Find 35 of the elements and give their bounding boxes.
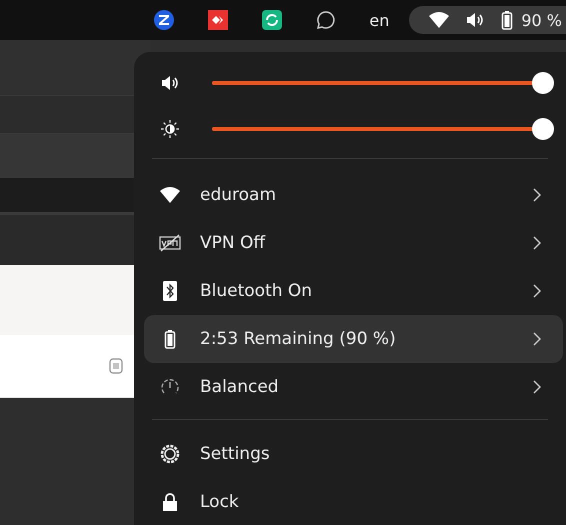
battery-icon <box>501 10 514 30</box>
menu-item[interactable]: eduroam <box>144 171 563 219</box>
document-icon[interactable] <box>108 358 124 374</box>
chevron-right-icon <box>533 380 541 394</box>
wifi-icon <box>160 187 180 203</box>
menu-item[interactable]: 2:53 Remaining (90 %) <box>144 315 563 363</box>
settings-icon <box>160 444 180 464</box>
bluetooth-icon <box>163 281 177 301</box>
slider[interactable] <box>212 72 554 94</box>
menu-item[interactable]: Settings <box>144 430 563 478</box>
system-status-button[interactable]: 90 % <box>409 6 566 34</box>
chevron-right-icon <box>533 236 541 250</box>
battery-percentage: 90 % <box>521 10 562 30</box>
chat-app-icon[interactable] <box>315 9 338 31</box>
brightness-icon <box>160 120 180 138</box>
slider[interactable] <box>212 118 554 140</box>
menu-item[interactable]: Balanced <box>144 363 563 411</box>
wifi-icon <box>429 12 450 28</box>
menu-item[interactable]: Lock <box>144 478 563 525</box>
speaker-icon <box>160 74 180 92</box>
vpn-icon <box>159 234 181 252</box>
menu-item[interactable]: Bluetooth On <box>144 267 563 315</box>
lock-icon <box>162 492 178 512</box>
remote-app-icon[interactable] <box>207 9 230 31</box>
chevron-right-icon <box>533 188 541 202</box>
slider-handle[interactable] <box>532 118 554 140</box>
sync-app-icon[interactable] <box>261 9 284 31</box>
slider-handle[interactable] <box>532 72 554 94</box>
chevron-right-icon <box>533 332 541 346</box>
z-app-icon[interactable] <box>153 9 176 31</box>
menu-item[interactable]: VPN Off <box>144 219 563 267</box>
battery-icon <box>164 329 176 349</box>
speaker-icon <box>465 12 486 28</box>
chevron-right-icon <box>533 284 541 298</box>
keyboard-language[interactable]: en <box>369 10 390 30</box>
